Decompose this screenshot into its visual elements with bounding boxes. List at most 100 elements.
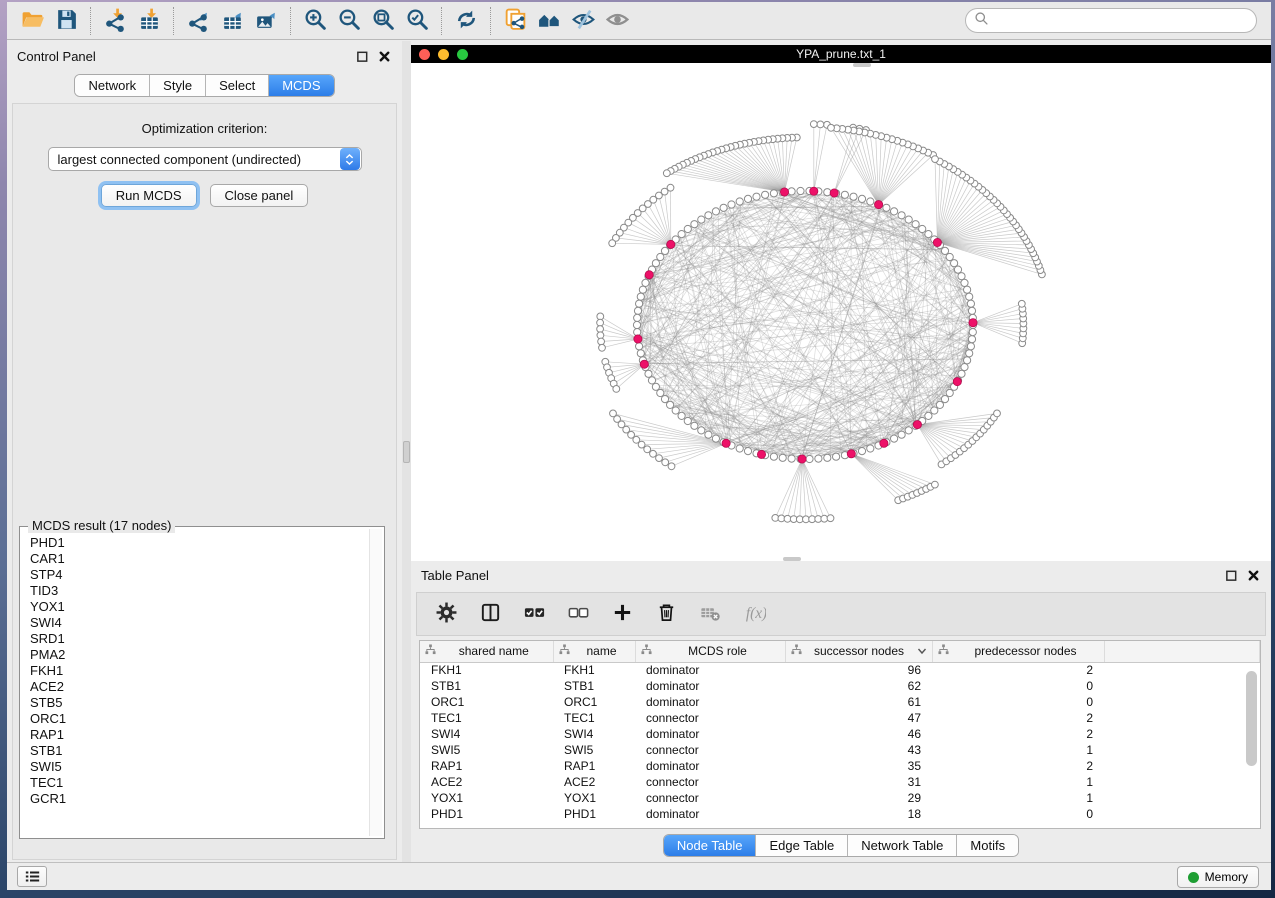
tab-network-table[interactable]: Network Table — [848, 835, 957, 856]
export-network-button[interactable] — [181, 5, 215, 37]
tab-node-table[interactable]: Node Table — [664, 835, 757, 856]
cell-name[interactable]: ACE2 — [553, 774, 635, 790]
cell-mcds_role[interactable]: connector — [635, 742, 785, 758]
table-row[interactable]: SWI4SWI4dominator462 — [420, 726, 1260, 742]
table-row[interactable]: TEC1TEC1connector472 — [420, 710, 1260, 726]
memory-button[interactable]: Memory — [1177, 866, 1259, 888]
close-icon[interactable] — [378, 50, 392, 64]
cell-shared_name[interactable]: STB1 — [420, 678, 553, 694]
cell-successor_nodes[interactable]: 47 — [785, 710, 932, 726]
cell-successor_nodes[interactable]: 18 — [785, 806, 932, 822]
cell-mcds_role[interactable]: dominator — [635, 758, 785, 774]
cell-shared_name[interactable]: TEC1 — [420, 710, 553, 726]
cell-name[interactable]: RAP1 — [553, 758, 635, 774]
cell-predecessor_nodes[interactable]: 0 — [932, 694, 1104, 710]
mcds-result-scrollbar[interactable] — [369, 529, 382, 836]
cell-predecessor_nodes[interactable]: 1 — [932, 790, 1104, 806]
cell-mcds_role[interactable]: dominator — [635, 806, 785, 822]
cell-shared_name[interactable]: PHD1 — [420, 806, 553, 822]
cell-successor_nodes[interactable]: 31 — [785, 774, 932, 790]
mcds-result-item[interactable]: PHD1 — [22, 535, 368, 551]
cell-predecessor_nodes[interactable]: 2 — [932, 758, 1104, 774]
column-header-shared_name[interactable]: shared name — [420, 641, 553, 662]
cell-name[interactable]: PHD1 — [553, 806, 635, 822]
cell-shared_name[interactable]: ORC1 — [420, 694, 553, 710]
column-header-successor_nodes[interactable]: successor nodes — [785, 641, 932, 662]
table-row[interactable]: RAP1RAP1dominator352 — [420, 758, 1260, 774]
add-column-button[interactable] — [607, 599, 637, 629]
cell-predecessor_nodes[interactable]: 2 — [932, 710, 1104, 726]
cell-predecessor_nodes[interactable]: 2 — [932, 726, 1104, 742]
network-window-titlebar[interactable]: YPA_prune.txt_1 — [411, 45, 1271, 63]
mcds-result-item[interactable]: STB1 — [22, 743, 368, 759]
mcds-result-item[interactable]: SRD1 — [22, 631, 368, 647]
run-mcds-button[interactable]: Run MCDS — [101, 184, 197, 207]
search-box[interactable] — [965, 8, 1257, 33]
cell-successor_nodes[interactable]: 43 — [785, 742, 932, 758]
table-row[interactable]: SWI5SWI5connector431 — [420, 742, 1260, 758]
mcds-result-item[interactable]: TID3 — [22, 583, 368, 599]
table-row[interactable]: FKH1FKH1dominator962 — [420, 662, 1260, 678]
column-header-name[interactable]: name — [553, 641, 635, 662]
table-row[interactable]: ORC1ORC1dominator610 — [420, 694, 1260, 710]
first-neighbors-button[interactable] — [532, 5, 566, 37]
tab-select[interactable]: Select — [206, 75, 269, 96]
vertical-splitter[interactable] — [402, 41, 411, 862]
export-image-button[interactable] — [249, 5, 283, 37]
cell-predecessor_nodes[interactable]: 0 — [932, 678, 1104, 694]
task-history-button[interactable] — [17, 866, 47, 887]
apply-layout-button[interactable] — [449, 5, 483, 37]
cell-shared_name[interactable]: FKH1 — [420, 662, 553, 678]
mcds-result-item[interactable]: SWI4 — [22, 615, 368, 631]
show-all-button[interactable] — [600, 5, 634, 37]
float-icon[interactable] — [1225, 569, 1239, 583]
import-table-button[interactable] — [132, 5, 166, 37]
tab-network[interactable]: Network — [75, 75, 150, 96]
mcds-result-item[interactable]: CAR1 — [22, 551, 368, 567]
table-scrollbar[interactable] — [1245, 665, 1257, 822]
cell-successor_nodes[interactable]: 46 — [785, 726, 932, 742]
zoom-fit-button[interactable] — [366, 5, 400, 37]
close-panel-button[interactable]: Close panel — [210, 184, 309, 207]
cell-name[interactable]: TEC1 — [553, 710, 635, 726]
export-table-button[interactable] — [215, 5, 249, 37]
cell-mcds_role[interactable]: connector — [635, 774, 785, 790]
cell-shared_name[interactable]: SWI4 — [420, 726, 553, 742]
cell-predecessor_nodes[interactable]: 1 — [932, 774, 1104, 790]
tab-edge-table[interactable]: Edge Table — [756, 835, 848, 856]
save-session-button[interactable] — [49, 5, 83, 37]
splitter-grip[interactable] — [403, 441, 410, 463]
cell-name[interactable]: YOX1 — [553, 790, 635, 806]
zoom-out-button[interactable] — [332, 5, 366, 37]
table-scrollbar-thumb[interactable] — [1246, 671, 1257, 766]
zoom-in-button[interactable] — [298, 5, 332, 37]
mcds-result-item[interactable]: SWI5 — [22, 759, 368, 775]
tab-motifs[interactable]: Motifs — [957, 835, 1018, 856]
mcds-result-item[interactable]: ACE2 — [22, 679, 368, 695]
cell-shared_name[interactable]: YOX1 — [420, 790, 553, 806]
mcds-result-item[interactable]: PMA2 — [22, 647, 368, 663]
cell-successor_nodes[interactable]: 96 — [785, 662, 932, 678]
mcds-result-item[interactable]: YOX1 — [22, 599, 368, 615]
optimization-criterion-select[interactable]: largest connected component (undirected) — [48, 147, 362, 171]
column-header-predecessor_nodes[interactable]: predecessor nodes — [932, 641, 1104, 662]
delete-column-button[interactable] — [651, 599, 681, 629]
cell-predecessor_nodes[interactable]: 1 — [932, 742, 1104, 758]
cell-shared_name[interactable]: RAP1 — [420, 758, 553, 774]
cell-successor_nodes[interactable]: 35 — [785, 758, 932, 774]
cell-shared_name[interactable]: ACE2 — [420, 774, 553, 790]
cell-successor_nodes[interactable]: 62 — [785, 678, 932, 694]
network-canvas[interactable] — [411, 63, 1271, 561]
mcds-result-item[interactable]: ORC1 — [22, 711, 368, 727]
cell-name[interactable]: SWI5 — [553, 742, 635, 758]
cell-predecessor_nodes[interactable]: 0 — [932, 806, 1104, 822]
column-header-mcds_role[interactable]: MCDS role — [635, 641, 785, 662]
table-row[interactable]: YOX1YOX1connector291 — [420, 790, 1260, 806]
cell-successor_nodes[interactable]: 29 — [785, 790, 932, 806]
table-row[interactable]: ACE2ACE2connector311 — [420, 774, 1260, 790]
cell-mcds_role[interactable]: dominator — [635, 726, 785, 742]
open-session-button[interactable] — [15, 5, 49, 37]
hide-selected-button[interactable] — [566, 5, 600, 37]
tab-style[interactable]: Style — [150, 75, 206, 96]
import-network-button[interactable] — [98, 5, 132, 37]
